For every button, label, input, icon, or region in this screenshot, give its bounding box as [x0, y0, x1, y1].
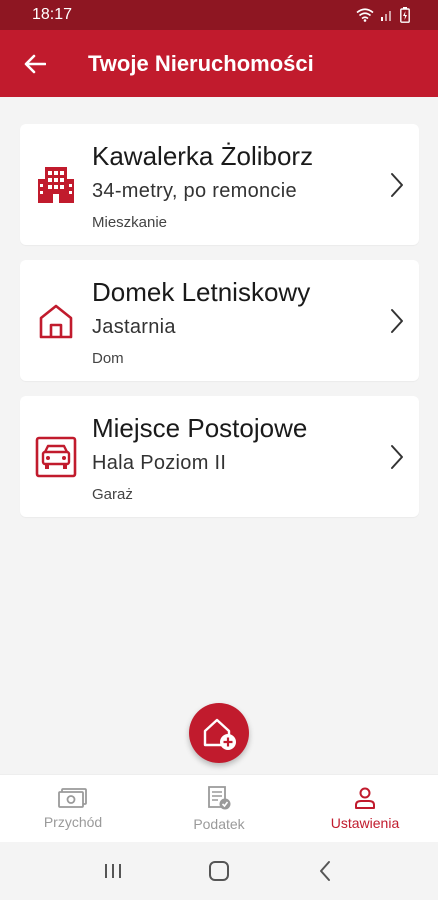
- nav-label: Ustawienia: [330, 815, 400, 831]
- home-icon: [209, 861, 229, 881]
- system-navigation-bar: [0, 842, 438, 900]
- status-bar: 18:17: [0, 0, 438, 30]
- back-chevron-icon: [320, 861, 330, 881]
- tax-document-icon: [208, 786, 231, 810]
- recent-apps-icon: [105, 864, 121, 878]
- add-property-button[interactable]: [189, 703, 249, 763]
- recent-apps-button[interactable]: [88, 851, 138, 891]
- back-button[interactable]: [0, 30, 70, 97]
- property-type: Mieszkanie: [92, 214, 168, 231]
- property-subtitle: 34-metry, po remoncie: [92, 180, 297, 202]
- property-list: Kawalerka Żoliborz 34-metry, po remoncie…: [20, 124, 419, 532]
- person-icon: [355, 787, 375, 809]
- property-title: Domek Letniskowy: [92, 277, 311, 307]
- status-time: 18:17: [32, 6, 73, 23]
- chevron-right-icon: [391, 308, 403, 333]
- status-icons: [356, 7, 410, 23]
- apartment-building-icon: [38, 166, 74, 203]
- system-back-button[interactable]: [300, 851, 350, 891]
- chevron-right-icon: [391, 172, 403, 197]
- battery-icon: [400, 7, 410, 23]
- property-subtitle: Hala Poziom II: [92, 452, 227, 474]
- home-button[interactable]: [194, 851, 244, 891]
- property-type: Garaż: [92, 486, 133, 503]
- nav-label: Podatek: [193, 816, 245, 832]
- arrow-back-icon: [24, 54, 46, 73]
- property-subtitle: Jastarnia: [92, 316, 176, 338]
- nav-label: Przychód: [43, 814, 103, 830]
- bottom-navigation: Przychód Podatek Ustawienia: [0, 774, 438, 842]
- house-icon: [39, 304, 73, 338]
- income-icon: [58, 788, 87, 808]
- property-type: Dom: [92, 350, 124, 367]
- wifi-icon: [356, 8, 374, 22]
- property-card[interactable]: Miejsce Postojowe Hala Poziom II Garaż: [20, 396, 419, 517]
- property-title: Miejsce Postojowe: [92, 413, 308, 443]
- property-card[interactable]: Kawalerka Żoliborz 34-metry, po remoncie…: [20, 124, 419, 245]
- nav-item-settings[interactable]: Ustawienia: [292, 775, 438, 842]
- signal-icon: [381, 11, 391, 21]
- page-title: Twoje Nieruchomości: [88, 50, 314, 76]
- property-title: Kawalerka Żoliborz: [92, 141, 314, 171]
- app-bar: Twoje Nieruchomości: [0, 30, 438, 97]
- nav-item-tax[interactable]: Podatek: [146, 775, 292, 842]
- property-card[interactable]: Domek Letniskowy Jastarnia Dom: [20, 260, 419, 381]
- garage-icon: [35, 436, 77, 477]
- chevron-right-icon: [391, 444, 403, 469]
- add-property-icon: [203, 718, 236, 750]
- nav-item-income[interactable]: Przychód: [0, 775, 146, 842]
